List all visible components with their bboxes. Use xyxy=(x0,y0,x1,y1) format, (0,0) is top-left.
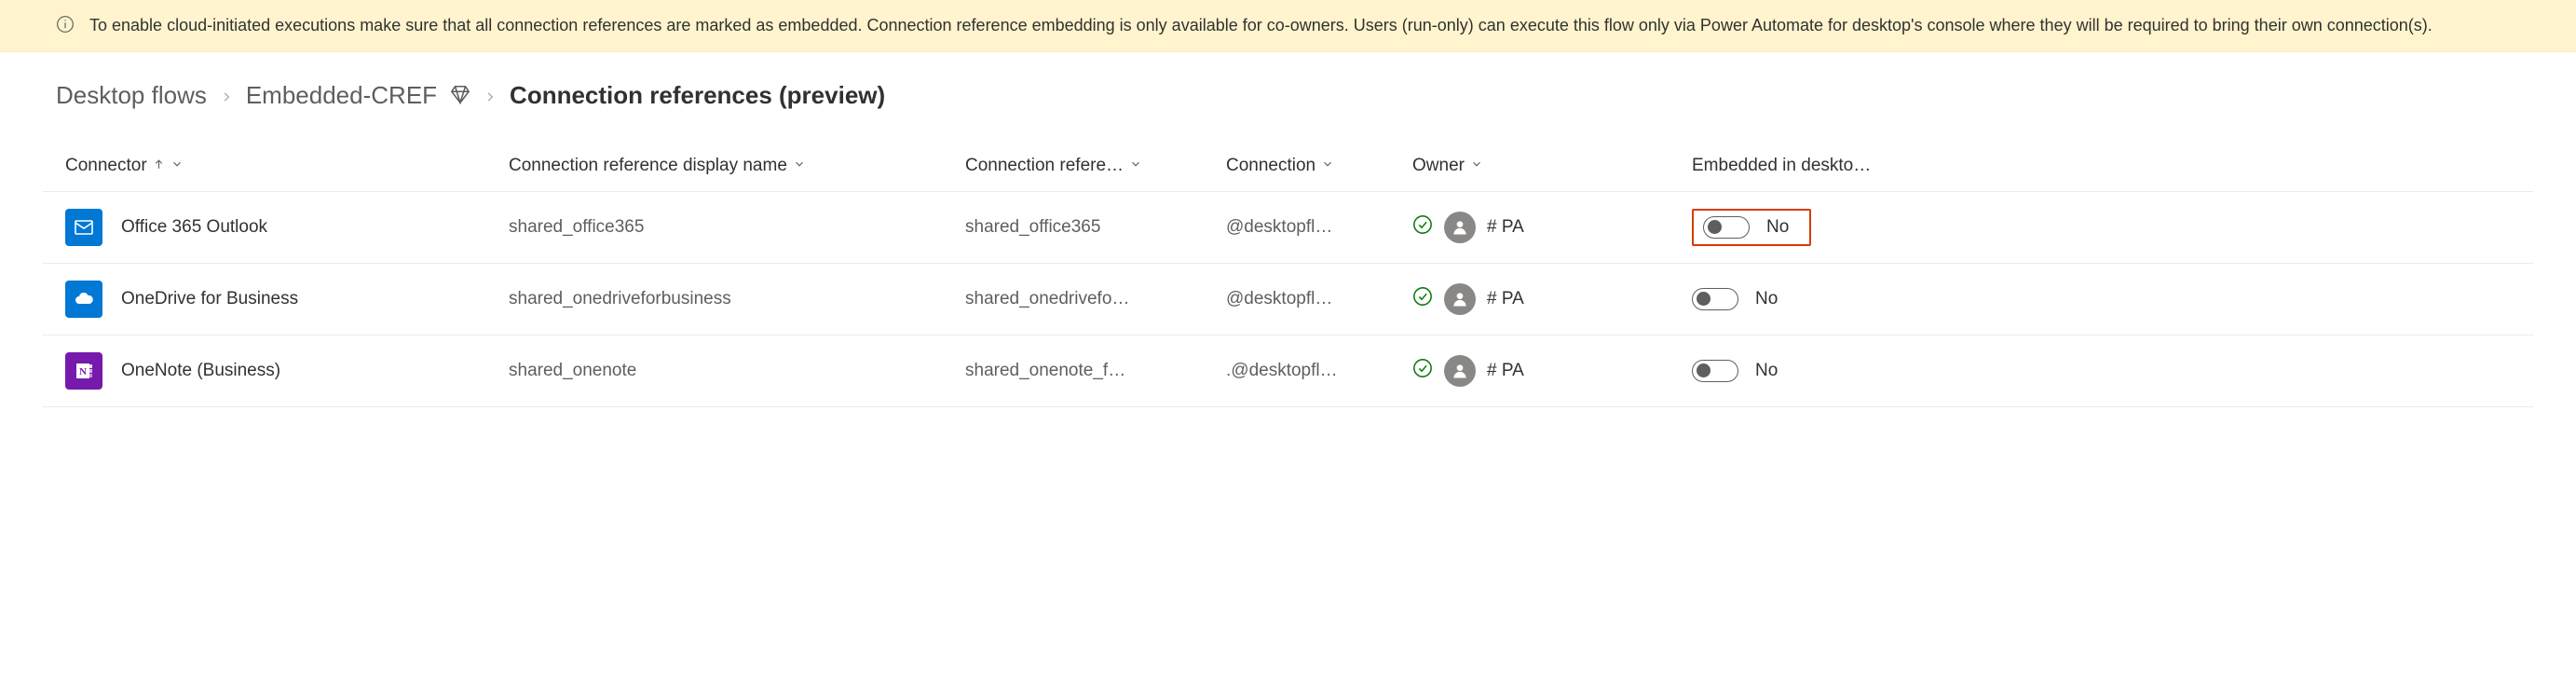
display-name-cell: shared_onenote xyxy=(509,361,965,381)
connector-name: Office 365 Outlook xyxy=(121,217,267,238)
breadcrumb-current: Connection references (preview) xyxy=(510,81,885,110)
embedded-label: No xyxy=(1755,289,1778,309)
chevron-right-icon xyxy=(484,81,497,110)
chevron-down-icon xyxy=(170,156,184,176)
breadcrumb: Desktop flows Embedded-CREF Connection r… xyxy=(0,52,2576,128)
embedded-cell: No xyxy=(1692,288,2515,310)
column-label: Connection xyxy=(1226,156,1315,176)
column-label: Connection refere… xyxy=(965,156,1124,176)
check-circle-icon xyxy=(1412,286,1433,312)
connection-cell: @desktopfl… xyxy=(1226,289,1412,309)
outlook-icon xyxy=(65,209,102,246)
embedded-cell: No xyxy=(1692,360,2515,382)
column-label: Owner xyxy=(1412,156,1465,176)
onedrive-icon xyxy=(65,281,102,318)
column-label: Connection reference display name xyxy=(509,156,787,176)
embedded-toggle[interactable] xyxy=(1692,360,1738,382)
ref-name-cell: shared_onedrivefo… xyxy=(965,289,1226,309)
info-icon xyxy=(56,15,75,36)
svg-text:N: N xyxy=(79,366,87,377)
table-header: Connector Connection reference display n… xyxy=(43,128,2533,192)
column-label: Connector xyxy=(65,156,147,176)
table-row[interactable]: OneDrive for Business shared_onedrivefor… xyxy=(43,264,2533,336)
connection-cell: @desktopfl… xyxy=(1226,217,1412,238)
avatar xyxy=(1444,283,1476,315)
info-banner-text: To enable cloud-initiated executions mak… xyxy=(89,13,2433,38)
embedded-label: No xyxy=(1766,217,1789,238)
ref-name-cell: shared_office365 xyxy=(965,217,1226,238)
owner-name: # PA xyxy=(1487,217,1524,238)
check-circle-icon xyxy=(1412,214,1433,240)
embedded-toggle[interactable] xyxy=(1703,216,1750,239)
avatar xyxy=(1444,212,1476,243)
breadcrumb-root[interactable]: Desktop flows xyxy=(56,81,207,110)
avatar xyxy=(1444,355,1476,387)
chevron-down-icon xyxy=(793,156,806,176)
ref-name-cell: shared_onenote_f… xyxy=(965,361,1226,381)
highlight-box: No xyxy=(1692,209,1811,246)
check-circle-icon xyxy=(1412,358,1433,384)
chevron-down-icon xyxy=(1470,156,1483,176)
embedded-cell: No xyxy=(1692,209,2515,246)
column-header-connection[interactable]: Connection xyxy=(1226,156,1412,176)
column-header-embedded[interactable]: Embedded in deskto… xyxy=(1692,156,2515,176)
column-header-ref-name[interactable]: Connection refere… xyxy=(965,156,1226,176)
chevron-down-icon xyxy=(1321,156,1334,176)
owner-name: # PA xyxy=(1487,289,1524,309)
onenote-icon: N xyxy=(65,352,102,390)
connector-name: OneDrive for Business xyxy=(121,289,298,309)
embedded-toggle[interactable] xyxy=(1692,288,1738,310)
embedded-label: No xyxy=(1755,361,1778,381)
display-name-cell: shared_office365 xyxy=(509,217,965,238)
info-banner: To enable cloud-initiated executions mak… xyxy=(0,0,2576,52)
connection-cell: .@desktopfl… xyxy=(1226,361,1412,381)
connector-name: OneNote (Business) xyxy=(121,361,280,381)
chevron-right-icon xyxy=(220,81,233,110)
connection-ref-table: Connector Connection reference display n… xyxy=(0,128,2576,407)
premium-icon xyxy=(450,80,470,111)
display-name-cell: shared_onedriveforbusiness xyxy=(509,289,965,309)
column-header-connector[interactable]: Connector xyxy=(61,156,509,176)
chevron-down-icon xyxy=(1129,156,1142,176)
table-row[interactable]: Office 365 Outlook shared_office365 shar… xyxy=(43,192,2533,264)
owner-name: # PA xyxy=(1487,361,1524,381)
sort-ascending-icon xyxy=(153,156,165,176)
column-header-display-name[interactable]: Connection reference display name xyxy=(509,156,965,176)
column-label: Embedded in deskto… xyxy=(1692,156,1871,176)
table-row[interactable]: N OneNote (Business) shared_onenote shar… xyxy=(43,336,2533,407)
breadcrumb-flow[interactable]: Embedded-CREF xyxy=(246,81,437,110)
column-header-owner[interactable]: Owner xyxy=(1412,156,1692,176)
